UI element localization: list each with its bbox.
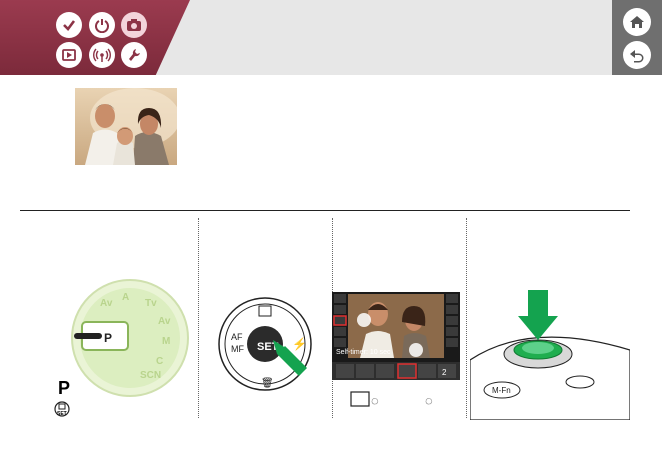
shutter-illustration: M-Fn <box>470 290 630 420</box>
camera-icon[interactable] <box>121 12 147 38</box>
svg-text:SCN: SCN <box>140 370 161 381</box>
header-bar <box>0 0 662 75</box>
svg-text:Av: Av <box>100 298 113 309</box>
control-wheel-illustration: SET AF MF ⚡ 🗑 <box>218 297 312 391</box>
back-icon[interactable] <box>623 41 651 69</box>
wireless-icon[interactable] <box>89 42 115 68</box>
svg-text:M: M <box>162 336 170 347</box>
svg-text:MF: MF <box>231 344 244 354</box>
svg-text:SET: SET <box>57 411 67 417</box>
status-text: Self-timer: 10 sec <box>336 349 391 356</box>
step-2-control-wheel: SET AF MF ⚡ 🗑 <box>210 218 325 418</box>
set-button-icon: SET <box>54 400 70 421</box>
svg-text:A: A <box>122 292 129 303</box>
section-divider <box>20 210 630 211</box>
svg-text:C: C <box>156 356 163 367</box>
mode-dial-illustration: ATvAv MCSCN Av P <box>71 279 189 397</box>
right-nav-panel <box>612 0 662 75</box>
home-icon[interactable] <box>623 8 651 36</box>
svg-text:M-Fn: M-Fn <box>492 386 511 395</box>
step-1-mode-dial: A Tv Av M C SCN Av P P SET <box>30 218 190 418</box>
wrench-icon[interactable] <box>121 42 147 68</box>
svg-text:⚡: ⚡ <box>292 337 307 351</box>
svg-text:◌: ◌ <box>371 393 379 408</box>
step-divider <box>198 218 199 418</box>
svg-text:◌: ◌ <box>425 393 433 408</box>
step-divider <box>466 218 467 418</box>
svg-text:2: 2 <box>442 368 447 377</box>
timer-icons-row: ◌ ◌ <box>350 391 433 408</box>
mode-p-label: P <box>58 378 71 398</box>
step-3-lcd-screen: Self-timer: 10 sec 2 ◌ ◌ <box>332 218 463 418</box>
svg-text:P: P <box>104 331 112 345</box>
playback-icon[interactable] <box>56 42 82 68</box>
sample-photo <box>75 88 177 165</box>
svg-text:AF: AF <box>231 332 243 342</box>
svg-text:🗑: 🗑 <box>261 377 274 389</box>
lcd-screen-illustration: Self-timer: 10 sec 2 <box>332 292 460 380</box>
power-icon[interactable] <box>89 12 115 38</box>
step-4-shutter-button: M-Fn <box>470 218 630 420</box>
svg-text:Tv: Tv <box>145 298 157 309</box>
checkmark-icon[interactable] <box>56 12 82 38</box>
svg-text:Av: Av <box>158 316 171 327</box>
